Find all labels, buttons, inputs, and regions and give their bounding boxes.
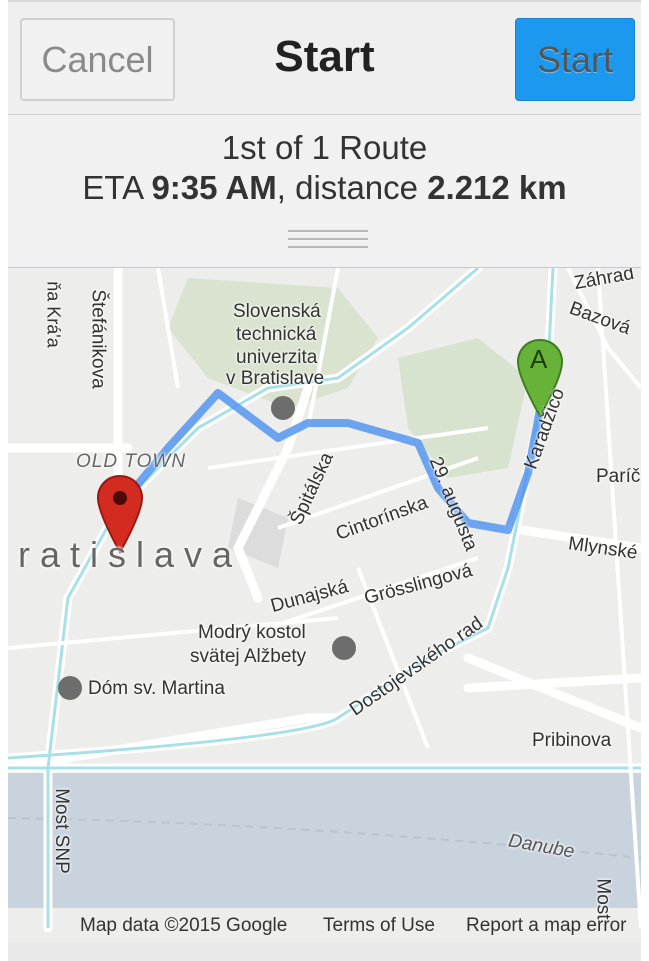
distance-prefix: , distance — [276, 169, 428, 206]
left-frame — [0, 0, 8, 961]
map-label-stu-2: technická — [236, 324, 317, 345]
map-label-dom: Dóm sv. Martina — [88, 678, 225, 699]
map-label-most-snp: Most SNP — [50, 788, 72, 874]
map-label-old-town: OLD TOWN — [76, 451, 187, 472]
start-marker-label: A — [530, 344, 548, 374]
eta-prefix: ETA — [82, 169, 152, 206]
map-label-kraja: ňa Krá'a — [43, 281, 64, 348]
map-footer: Google Map data ©2015 Google Terms of Us… — [8, 911, 641, 943]
map-label-bratislava: ratislava — [18, 534, 243, 575]
terms-of-use-link[interactable]: Terms of Use — [323, 915, 435, 937]
report-map-error-link[interactable]: Report a map error — [466, 915, 627, 937]
distance-value: 2.212 km — [427, 169, 567, 206]
map-data-text: Map data ©2015 Google — [80, 915, 288, 936]
right-frame — [641, 0, 649, 961]
map-label-modry-kostol-2: svätej Alžbety — [190, 646, 307, 667]
map-label-pribinova: Pribinova — [532, 730, 612, 751]
map-label-stefanikova: Štefánikova — [87, 289, 109, 389]
route-eta-distance: ETA 9:35 AM, distance 2.212 km — [8, 169, 641, 207]
map-view[interactable]: A Slovenská technická univerzita v Brati… — [8, 268, 641, 943]
route-summary-panel: 1st of 1 Route ETA 9:35 AM, distance 2.2… — [8, 115, 641, 268]
eta-value: 9:35 AM — [151, 169, 277, 206]
map-label-stu-4: v Bratislave — [226, 368, 325, 389]
map-label-modry-kostol: Modrý kostol — [198, 622, 306, 643]
map-label-stu-3: univerzita — [236, 347, 318, 368]
navigation-bar: Cancel Start Start — [8, 0, 641, 115]
map-label-stu: Slovenská — [233, 301, 321, 322]
route-count: 1st of 1 Route — [221, 129, 428, 166]
map-label-paric: Paríč — [596, 466, 641, 487]
start-button[interactable]: Start — [515, 18, 635, 101]
drag-handle[interactable] — [288, 230, 368, 248]
